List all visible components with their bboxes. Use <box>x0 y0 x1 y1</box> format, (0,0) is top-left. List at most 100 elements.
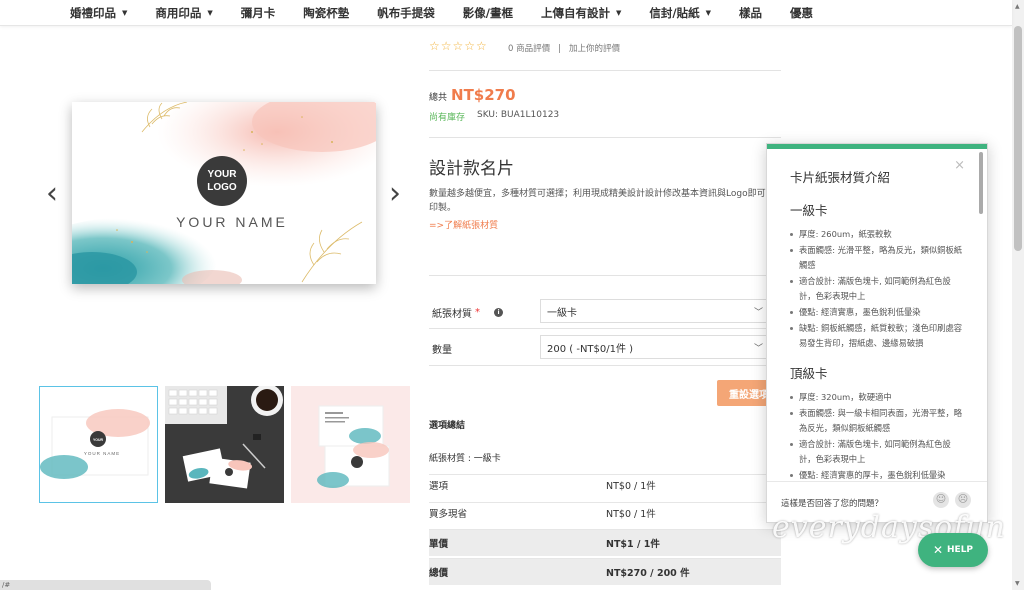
summary-key: 總價 <box>429 568 449 579</box>
paper-select-value: 一級卡 <box>547 307 577 319</box>
list-item: 表面觸感: 與一級卡相同表面，光滑平整，略為反光，類似銅板紙觸感 <box>790 406 967 436</box>
summary-row: 買多現省 NT$0 / 1件 <box>429 502 781 523</box>
list-item: 適合設計: 滿版色塊卡, 如同範例為紅色設計，色彩表現中上 <box>790 274 967 304</box>
caret-down-icon: ▼ <box>705 8 711 17</box>
nav-item-envelope[interactable]: 信封/貼紙 ▼ <box>649 5 711 21</box>
summary-value: NT$270 / 200 件 <box>606 568 690 579</box>
reset-label: 重設選項 <box>729 389 769 401</box>
summary-row: 選項 NT$0 / 1件 <box>429 474 781 495</box>
popup-content: 卡片紙張材質介紹 一級卡 厚度: 260um，紙張較軟 表面觸感: 光滑平整，略… <box>772 149 977 479</box>
product-title: 設計款名片 <box>429 159 514 179</box>
summary-row: 總價 NT$270 / 200 件 <box>429 558 781 585</box>
thumbnail-1[interactable]: YOUR YOUR NAME <box>39 386 158 503</box>
list-item: 厚度: 320um，軟硬適中 <box>790 390 967 405</box>
thumbnail-2[interactable] <box>165 386 284 503</box>
nav-item-coaster[interactable]: 陶瓷杯墊 <box>303 5 349 21</box>
total-price: NT$270 <box>451 86 516 104</box>
review-count[interactable]: 0 商品評價 <box>508 44 550 54</box>
help-label: HELP <box>947 545 974 555</box>
list-item: 適合設計: 滿版色塊卡, 如同範例為紅色設計，色彩表現中上 <box>790 437 967 467</box>
add-review-link[interactable]: 加上你的評價 <box>569 44 620 54</box>
nav-item-offers[interactable]: 優惠 <box>790 5 813 21</box>
rating-stars[interactable]: ☆☆☆☆☆ <box>429 39 488 53</box>
list-item: 優點: 經濟實惠的厚卡，墨色銳利低暈染 <box>790 468 967 479</box>
nav-label: 商用印品 <box>155 5 202 20</box>
price-block: 總共 NT$270 <box>429 86 516 104</box>
list-item: 缺點: 銅板紙觸感，紙質較軟；淺色印刷處容易發生背印，摺紙處、邊緣易破損 <box>790 321 967 351</box>
divider <box>429 328 781 329</box>
paper-info-link[interactable]: =>了解紙張材質 <box>429 218 498 231</box>
nav-item-wedding[interactable]: 婚禮印品 ▼ <box>70 5 127 21</box>
quantity-select-value: 200 ( -NT$0/1件 ) <box>547 343 634 355</box>
sad-face-icon[interactable]: ☹ <box>955 492 971 508</box>
section-heading: 頂級卡 <box>790 366 828 381</box>
nav-label: 彌月卡 <box>240 5 276 20</box>
nav-label: 樣品 <box>738 5 762 20</box>
summary-title: 選項總結 <box>429 421 466 431</box>
nav-item-samples[interactable]: 樣品 <box>739 5 762 21</box>
paper-label-text: 紙張材質 <box>432 309 472 320</box>
caret-down-icon: ▼ <box>207 8 213 17</box>
next-image-arrow[interactable]: › <box>389 176 401 211</box>
summary-selection: 紙張材質 : 一級卡 <box>429 454 501 464</box>
nav-label: 婚禮印品 <box>70 5 116 20</box>
summary-key: 單價 <box>429 539 449 550</box>
section-heading: 一級卡 <box>790 203 828 218</box>
feedback-question: 這樣是否回答了您的問題？ <box>781 498 884 509</box>
required-mark: * <box>475 307 480 318</box>
popup-title: 卡片紙張材質介紹 <box>790 170 891 185</box>
nav-item-business[interactable]: 商用印品 ▼ <box>155 5 212 21</box>
summary-value: NT$0 / 1件 <box>606 481 656 492</box>
thumbnail-desk-image <box>165 386 284 503</box>
paper-select[interactable]: 一級卡 ﹀ <box>540 299 770 323</box>
card-logo-text: YOUR <box>208 169 238 180</box>
nav-item-tote-bag[interactable]: 帆布手提袋 <box>377 5 435 21</box>
divider <box>429 275 781 276</box>
thumbnail-card-image: YOUR YOUR NAME <box>40 387 157 502</box>
popup-scrollbar[interactable] <box>979 152 983 214</box>
list-item: 優點: 經濟實惠，墨色銳利低暈染 <box>790 305 967 320</box>
nav-label: 優惠 <box>789 5 813 20</box>
separator: | <box>558 44 561 54</box>
main-product-image: YOUR LOGO YOUR NAME <box>72 102 376 284</box>
help-button[interactable]: ✕ HELP <box>918 533 988 567</box>
nav-item-baby-card[interactable]: 彌月卡 <box>241 5 276 21</box>
sku-text: SKU: BUA1L10123 <box>477 110 560 120</box>
nav-label: 上傳自有設計 <box>540 5 610 20</box>
quantity-label-text: 數量 <box>432 345 452 356</box>
top-navigation: 婚禮印品 ▼ 商用印品 ▼ 彌月卡 陶瓷杯墊 帆布手提袋 影像/畫框 上傳自有設計 ▼… <box>0 0 1012 26</box>
business-card-artwork: YOUR LOGO YOUR NAME <box>72 102 376 284</box>
section-list: 厚度: 320um，軟硬適中 表面觸感: 與一級卡相同表面，光滑平整，略為反光，… <box>790 390 967 479</box>
thumb-card-logo: YOUR <box>93 438 104 442</box>
paper-option-label: 紙張材質 * i <box>432 305 503 320</box>
status-bar: /# <box>0 580 211 590</box>
happy-face-icon[interactable]: ☺ <box>933 492 949 508</box>
nav-label: 信封/貼紙 <box>649 5 700 20</box>
prev-image-arrow[interactable]: ‹ <box>46 176 58 211</box>
thumbnail-3[interactable] <box>291 386 410 503</box>
close-icon: ✕ <box>932 543 944 557</box>
review-meta: 0 商品評價 | 加上你的評價 <box>508 42 620 54</box>
nav-item-frames[interactable]: 影像/畫框 <box>463 5 513 21</box>
nav-label: 帆布手提袋 <box>377 5 435 20</box>
caret-down-icon: ▼ <box>122 8 128 17</box>
summary-key: 買多現省 <box>429 509 468 520</box>
divider <box>429 70 781 71</box>
help-popup: × 卡片紙張材質介紹 一級卡 厚度: 260um，紙張較軟 表面觸感: 光滑平整… <box>766 143 988 523</box>
stock-status: 尚有庫存 <box>429 113 466 123</box>
nav-label: 影像/畫框 <box>462 5 513 20</box>
info-icon[interactable]: i <box>494 308 503 317</box>
card-name-text: YOUR NAME <box>176 214 288 230</box>
page-scrollbar[interactable]: ▲ ▼ <box>1012 0 1024 590</box>
divider <box>429 137 781 138</box>
nav-label: 陶瓷杯墊 <box>303 5 350 20</box>
scroll-down-icon[interactable]: ▼ <box>1015 580 1020 587</box>
total-label: 總共 <box>429 93 448 103</box>
scrollbar-thumb[interactable] <box>1014 26 1022 251</box>
scroll-up-icon[interactable]: ▲ <box>1015 3 1020 10</box>
product-description: 數量越多越便宜，多種材質可選擇；利用現成精美設計設計修改基本資訊與Logo即可印… <box>429 189 766 213</box>
chevron-down-icon: ﹀ <box>753 343 763 354</box>
section-list: 厚度: 260um，紙張較軟 表面觸感: 光滑平整，略為反光，類似銅板紙觸感 適… <box>790 227 967 351</box>
quantity-select[interactable]: 200 ( -NT$0/1件 ) ﹀ <box>540 335 770 359</box>
nav-item-upload-design[interactable]: 上傳自有設計 ▼ <box>541 5 621 21</box>
